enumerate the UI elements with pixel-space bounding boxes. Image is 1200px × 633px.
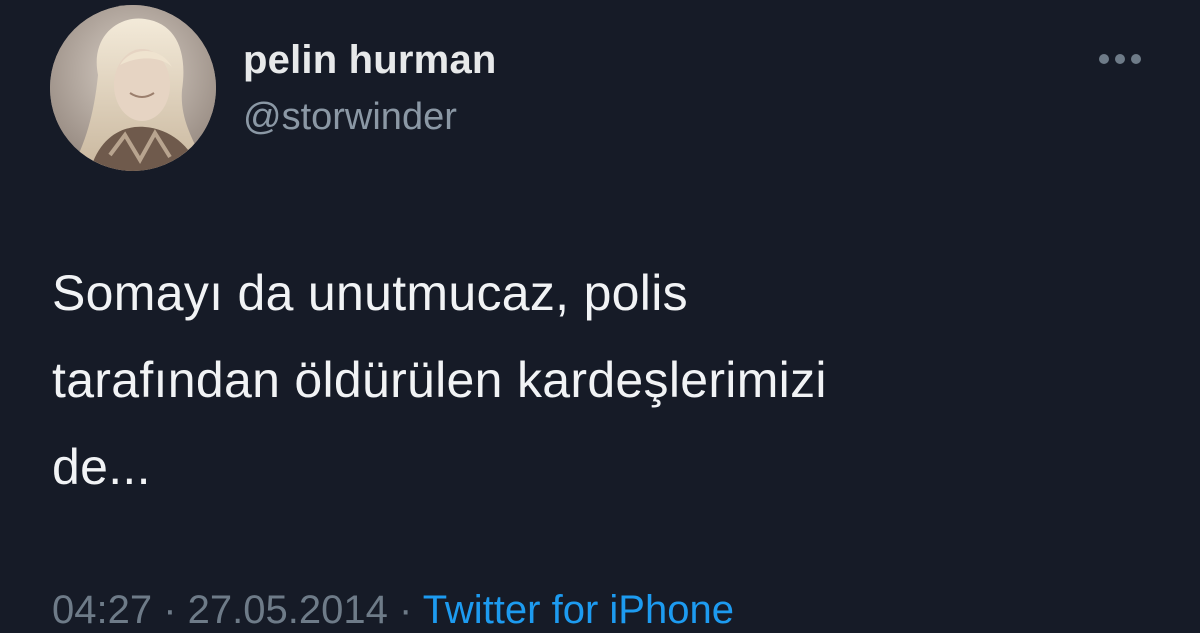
tweet-text-line: de... xyxy=(52,439,151,495)
more-options-button[interactable] xyxy=(1094,46,1150,72)
user-handle[interactable]: @storwinder xyxy=(243,96,457,139)
display-name[interactable]: pelin hurman xyxy=(243,38,497,83)
tweet-source-link[interactable]: Twitter for iPhone xyxy=(423,588,734,632)
tweet-card: pelin hurman @storwinder Somayı da unutm… xyxy=(0,0,1200,632)
tweet-time[interactable]: 04:27 xyxy=(52,588,152,632)
avatar[interactable] xyxy=(50,5,216,171)
more-horizontal-icon xyxy=(1099,54,1141,64)
tweet-metadata: 04:27 · 27.05.2014 · Twitter for iPhone xyxy=(52,588,734,633)
tweet-date[interactable]: 27.05.2014 xyxy=(188,588,388,632)
tweet-text-line: tarafından öldürülen kardeşlerimizi xyxy=(52,352,827,408)
profile-photo-image xyxy=(50,5,216,171)
meta-separator: · xyxy=(152,588,188,632)
meta-separator: · xyxy=(387,588,423,632)
tweet-text: Somayı da unutmucaz, polis tarafından öl… xyxy=(52,250,1162,511)
tweet-text-line: Somayı da unutmucaz, polis xyxy=(52,265,688,321)
